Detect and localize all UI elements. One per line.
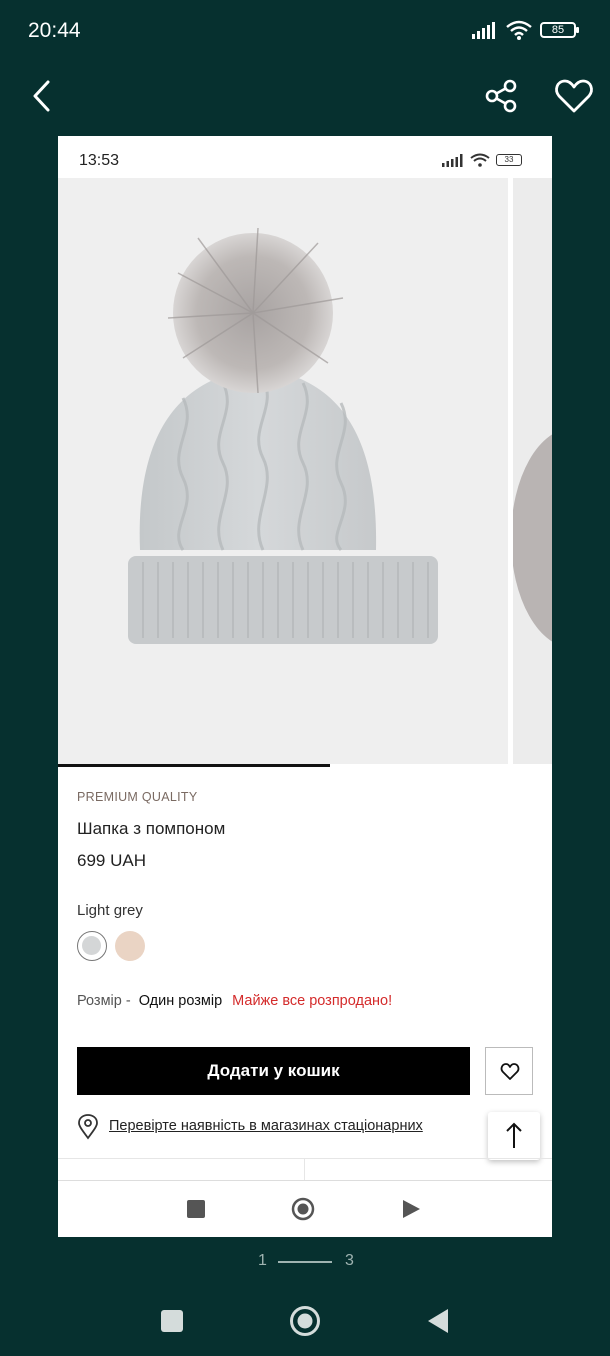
- arrow-up-icon: [506, 1122, 522, 1148]
- add-to-cart-button[interactable]: Додати у кошик: [77, 1047, 470, 1095]
- share-icon: [485, 79, 517, 113]
- location-pin-icon: [78, 1114, 98, 1140]
- inner-home-icon-dot: [297, 1203, 309, 1215]
- recents-icon: [161, 1310, 183, 1332]
- pompom-partial-image: [511, 434, 552, 642]
- status-time: 20:44: [28, 19, 81, 42]
- inner-signal-icon: [442, 153, 463, 167]
- section-divider-vertical: [304, 1158, 305, 1180]
- product-photo[interactable]: [58, 178, 508, 764]
- page-total: 3: [345, 1252, 354, 1269]
- system-navigation-bar: [0, 1290, 610, 1356]
- back-icon: [428, 1309, 448, 1333]
- color-name: Light grey: [77, 902, 143, 919]
- inner-battery-icon: 33: [496, 154, 522, 166]
- size-value[interactable]: Один розмір: [139, 993, 222, 1009]
- share-button[interactable]: [482, 76, 522, 116]
- wifi-icon: [506, 20, 532, 40]
- page-current: 1: [258, 1252, 267, 1269]
- product-title: Шапка з помпоном: [77, 819, 226, 838]
- store-availability-link[interactable]: Перевірте наявність в магазинах стаціона…: [109, 1118, 423, 1134]
- brand-tag: PREMIUM QUALITY: [77, 790, 198, 804]
- product-screenshot: 13:53 33 PREMIUM QUALITY Шапка з помпоно…: [58, 136, 552, 1237]
- store-availability-row: Перевірте наявність в магазинах стаціона…: [77, 1114, 537, 1142]
- swatch-light-grey[interactable]: [77, 931, 107, 961]
- size-label: Розмір -: [77, 993, 131, 1009]
- swatch-beige[interactable]: [115, 931, 145, 961]
- swatch-light-grey-fill: [82, 936, 101, 955]
- inner-nav-buttons: [187, 1197, 420, 1221]
- heart-outline-icon: [500, 1063, 520, 1080]
- back-arrow-icon: [33, 80, 50, 112]
- size-row: Розмір - Один розмір Майже все розпродан…: [77, 993, 392, 1009]
- back-button[interactable]: [24, 76, 64, 116]
- favorite-button[interactable]: [552, 74, 596, 118]
- inner-recents-icon: [187, 1200, 205, 1218]
- product-price: 699 UAH: [77, 851, 146, 870]
- inner-status-icons: 33: [442, 153, 522, 167]
- battery-icon: 85: [540, 22, 579, 38]
- inner-back-icon: [403, 1200, 420, 1218]
- page-indicator-line: [278, 1261, 332, 1263]
- scroll-to-top-button[interactable]: [488, 1112, 540, 1160]
- product-image-gallery[interactable]: [58, 178, 552, 764]
- inner-wifi-icon: [470, 153, 490, 167]
- status-bar: 20:44 85: [0, 0, 610, 60]
- wishlist-button[interactable]: [485, 1047, 533, 1095]
- beanie-image: [128, 227, 438, 644]
- status-icons: 85: [472, 20, 579, 40]
- inner-navigation-bar: [58, 1180, 552, 1237]
- inner-status-bar: 13:53 33: [58, 136, 552, 178]
- inner-status-time: 13:53: [79, 152, 120, 169]
- page-indicator: 1 3: [0, 1248, 610, 1276]
- gallery-progress-fill: [58, 764, 330, 767]
- stock-warning: Майже все розпродано!: [232, 993, 393, 1009]
- viewer-toolbar: [0, 60, 610, 130]
- signal-icon: [472, 22, 495, 39]
- section-divider: [58, 1158, 552, 1159]
- system-nav-buttons: [161, 1306, 448, 1336]
- gallery-progress: [58, 764, 552, 767]
- next-product-photo[interactable]: [511, 178, 552, 764]
- heart-icon: [555, 79, 593, 113]
- home-icon-dot: [297, 1313, 313, 1329]
